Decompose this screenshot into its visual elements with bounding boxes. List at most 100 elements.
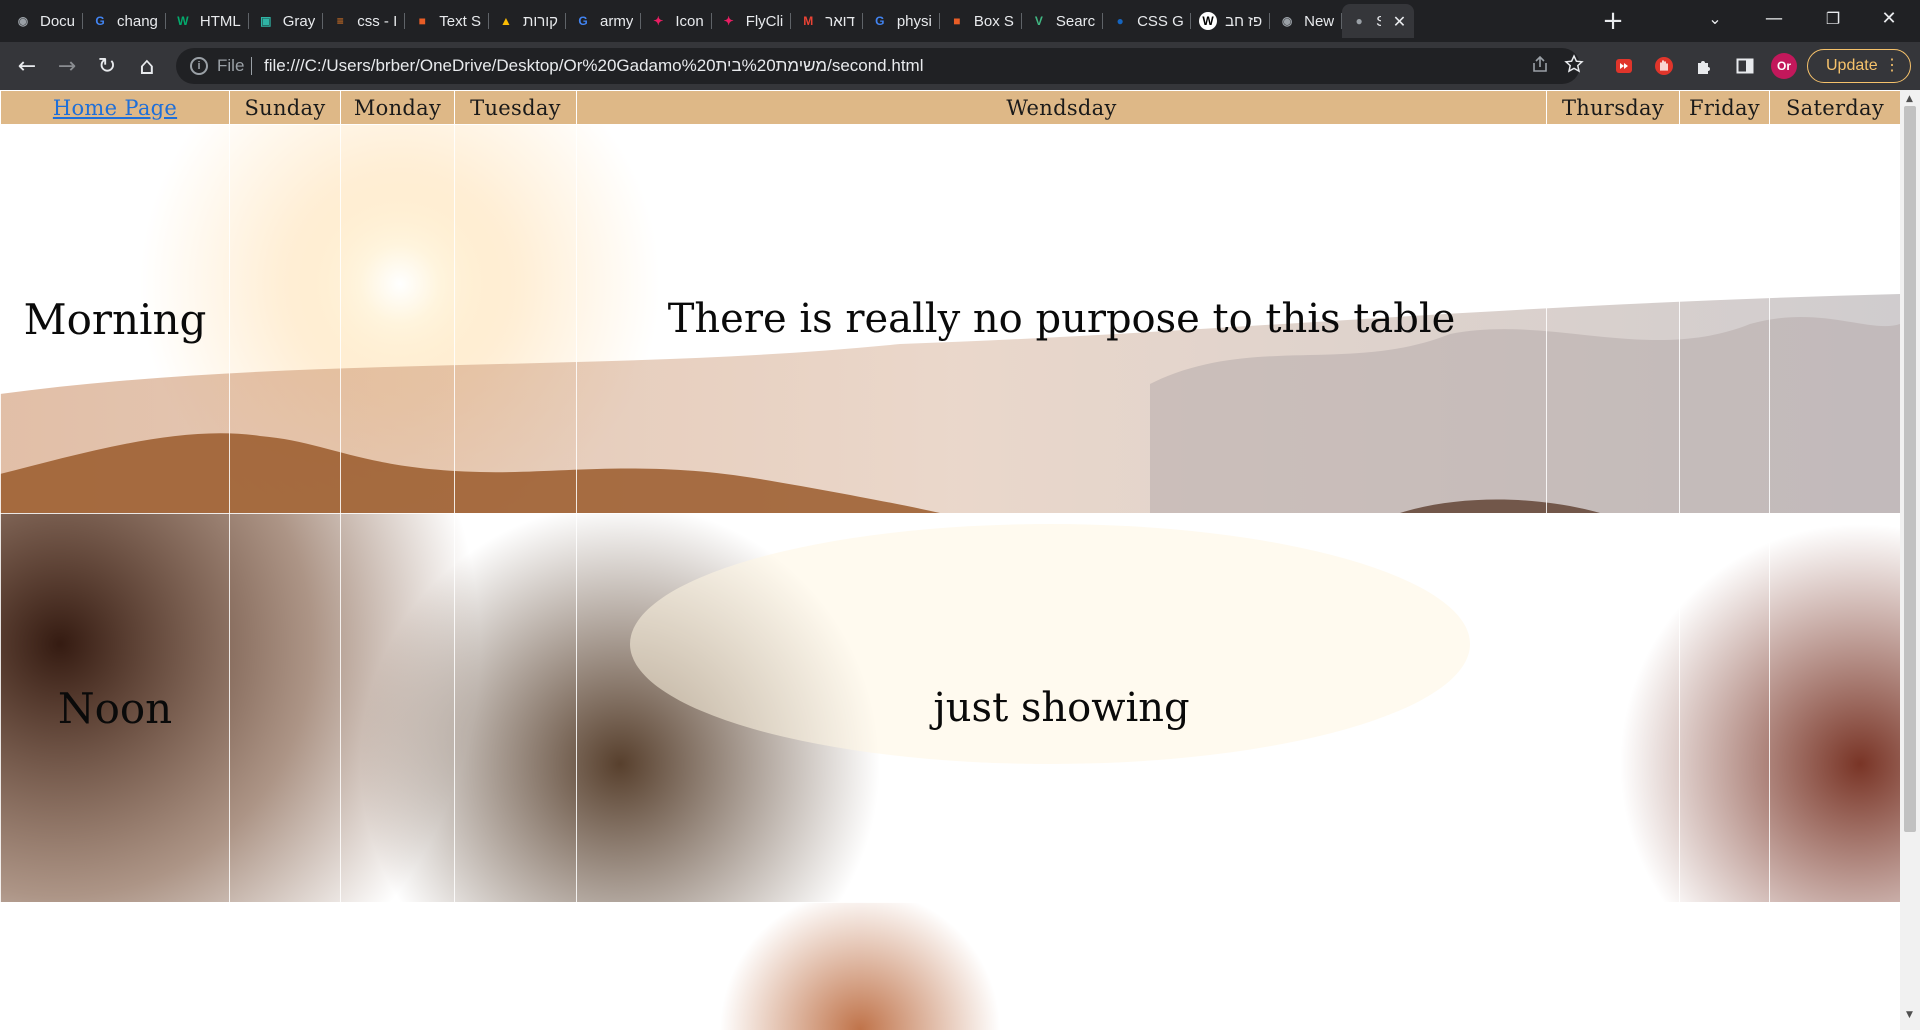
table-cell bbox=[340, 124, 455, 514]
home-cell: Home Page bbox=[0, 90, 230, 125]
browser-tab[interactable]: ▲ קורות bbox=[489, 4, 566, 38]
tab-title: physi bbox=[896, 12, 932, 30]
wikipedia-icon: W bbox=[1199, 12, 1218, 30]
browser-tab[interactable]: M דואר bbox=[791, 4, 863, 38]
window-close-button[interactable]: ✕ bbox=[1866, 0, 1912, 36]
browser-tab[interactable]: ✦ Icon bbox=[641, 4, 712, 38]
browser-tab[interactable]: ✦ FlyCli bbox=[712, 4, 792, 38]
w3schools-icon: W bbox=[177, 14, 189, 28]
browser-tab[interactable]: ■ Text S bbox=[405, 4, 489, 38]
day-header: Saterday bbox=[1769, 90, 1900, 125]
browser-tab[interactable]: W HTML bbox=[166, 4, 249, 38]
browser-tab[interactable]: Gphysi bbox=[863, 4, 940, 38]
tab-title: קורות bbox=[522, 12, 558, 30]
close-tab-icon[interactable]: ✕ bbox=[1393, 12, 1406, 31]
browser-tab[interactable]: ◉ Docu bbox=[6, 4, 84, 38]
browser-tab[interactable]: Gchang bbox=[83, 4, 166, 38]
web-page: Home Page Sunday Monday Tuesday Wendsday… bbox=[0, 90, 1900, 1030]
browser-tab[interactable]: ≡ css - I bbox=[323, 4, 406, 38]
table-cell bbox=[340, 902, 455, 1030]
extension-red-icon[interactable] bbox=[1612, 54, 1636, 78]
tab-title: HTML bbox=[199, 12, 241, 30]
address-divider bbox=[251, 57, 252, 75]
day-header: Friday bbox=[1679, 90, 1770, 125]
tab-title: FlyCli bbox=[745, 12, 784, 30]
browser-tab[interactable]: W פז חב bbox=[1191, 4, 1271, 38]
page-scrollbar[interactable]: ▲ ▼ bbox=[1900, 90, 1920, 1030]
tab-title: chang bbox=[117, 12, 158, 30]
browser-toolbar: ← → ↻ ⌂ i File file:///C:/Users/brber/On… bbox=[0, 42, 1920, 90]
scroll-thumb[interactable] bbox=[1904, 106, 1916, 832]
new-tab-button[interactable]: + bbox=[1598, 6, 1628, 36]
reload-button[interactable]: ↻ bbox=[91, 50, 123, 82]
schedule-table: Home Page Sunday Monday Tuesday Wendsday… bbox=[0, 90, 1900, 1030]
table-row: Noon just showing bbox=[0, 513, 1900, 903]
extension-hand-icon[interactable] bbox=[1652, 54, 1676, 78]
restore-button[interactable]: ❐ bbox=[1810, 0, 1856, 36]
side-panel-icon[interactable] bbox=[1733, 54, 1757, 78]
time-label bbox=[0, 902, 230, 1030]
table-cell bbox=[454, 902, 577, 1030]
google-icon: G bbox=[578, 14, 588, 28]
table-cell bbox=[454, 513, 577, 903]
table-cell bbox=[1546, 513, 1680, 903]
table-cell bbox=[229, 902, 341, 1030]
extensions-puzzle-icon[interactable] bbox=[1693, 54, 1717, 78]
tab-search-button[interactable]: ⌄ bbox=[1703, 9, 1727, 33]
address-bar[interactable]: i File file:///C:/Users/brber/OneDrive/D… bbox=[176, 48, 1584, 84]
info-icon[interactable]: i bbox=[190, 57, 208, 75]
google-icon: G bbox=[875, 14, 885, 28]
browser-tab[interactable]: Garmy bbox=[566, 4, 642, 38]
tab-title: Docu bbox=[40, 12, 76, 30]
table-header-row: Home Page Sunday Monday Tuesday Wendsday… bbox=[0, 90, 1900, 125]
home-button[interactable]: ⌂ bbox=[131, 50, 163, 82]
flycliptic-icon: ✦ bbox=[723, 14, 734, 28]
day-header: Sunday bbox=[229, 90, 341, 125]
globe-icon: ● bbox=[1355, 14, 1363, 28]
box-icon: ■ bbox=[953, 14, 961, 28]
browser-tab[interactable]: ● CSS G bbox=[1103, 4, 1192, 38]
back-button[interactable]: ← bbox=[11, 50, 43, 82]
update-button[interactable]: Update ⋮ bbox=[1807, 49, 1911, 83]
browser-tab[interactable]: ▣ Gray bbox=[249, 4, 324, 38]
table-cell bbox=[229, 124, 341, 514]
browser-tab[interactable]: ■ Box S bbox=[940, 4, 1022, 38]
bookmark-star-icon[interactable] bbox=[1562, 54, 1586, 78]
menu-dots-icon[interactable]: ⋮ bbox=[1884, 50, 1900, 81]
table-cell bbox=[229, 513, 341, 903]
box-icon: ■ bbox=[418, 14, 426, 28]
url-text[interactable]: file:///C:/Users/brber/OneDrive/Desktop/… bbox=[264, 56, 923, 76]
tab-title: Box S bbox=[973, 12, 1014, 30]
tab-title: דואר bbox=[825, 12, 855, 30]
google-drive-icon: ▲ bbox=[500, 14, 512, 28]
url-scheme-label: File bbox=[217, 56, 245, 75]
tab-title: פז חב bbox=[1225, 12, 1263, 30]
table-cell bbox=[1769, 902, 1900, 1030]
scroll-down-arrow-icon[interactable]: ▼ bbox=[1906, 1010, 1913, 1020]
scroll-up-arrow-icon[interactable]: ▲ bbox=[1906, 94, 1913, 104]
tab-title: CSS G bbox=[1137, 12, 1184, 30]
browser-tab-strip: ◉ Docu Gchang W HTML ▣ Gray ≡ css - I ■ Text S ▲ קור… bbox=[0, 0, 1920, 42]
home-page-link[interactable]: Home Page bbox=[53, 96, 177, 120]
tab-title: Icon bbox=[675, 12, 704, 30]
tab-title: army bbox=[599, 12, 634, 30]
table-row: Morning There is really no purpose to th… bbox=[0, 124, 1900, 514]
google-icon: G bbox=[95, 14, 105, 28]
table-row bbox=[0, 902, 1900, 1030]
tab-title: Text S bbox=[439, 12, 481, 30]
table-cell bbox=[1679, 124, 1770, 514]
minimize-button[interactable]: — bbox=[1751, 0, 1797, 36]
profile-avatar[interactable]: Or bbox=[1771, 53, 1797, 79]
grammar-icon: ▣ bbox=[260, 14, 272, 28]
time-label: Morning bbox=[0, 124, 230, 514]
tab-active[interactable]: ● Sc ✕ bbox=[1342, 4, 1415, 38]
forward-button[interactable]: → bbox=[51, 50, 83, 82]
browser-tab[interactable]: V Searc bbox=[1022, 4, 1104, 38]
share-icon[interactable] bbox=[1528, 54, 1552, 78]
update-label: Update bbox=[1826, 57, 1878, 74]
day-header: Monday bbox=[340, 90, 455, 125]
tab-title: Sc bbox=[1376, 13, 1381, 30]
browser-tab[interactable]: ◉ New bbox=[1270, 4, 1343, 38]
globe-icon: ● bbox=[1116, 14, 1124, 28]
gmail-icon: M bbox=[803, 14, 814, 28]
